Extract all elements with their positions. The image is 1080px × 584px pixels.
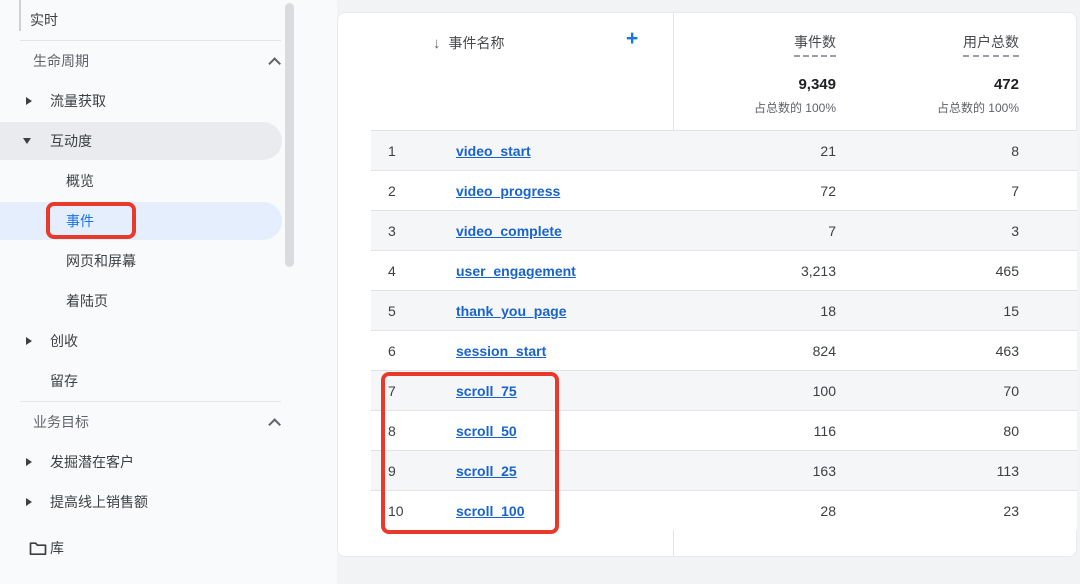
row-rank: 7 <box>388 383 396 399</box>
event-name-link[interactable]: video_start <box>456 143 531 159</box>
sort-descending-icon[interactable]: ↓ <box>433 35 441 52</box>
events-total-value: 9,349 <box>673 76 836 93</box>
event-count-value: 100 <box>671 383 836 399</box>
sidebar-item-drive-online-sales[interactable]: 提高线上销售额 <box>0 482 337 522</box>
chevron-up-icon[interactable] <box>268 418 281 431</box>
event-count-value: 7 <box>671 223 836 239</box>
event-count-value: 3,213 <box>671 263 836 279</box>
events-report-card: ↓ 事件名称 + 事件数 用户总数 9,349 472 占总数的 100% 占总… <box>337 12 1077 557</box>
total-users-value: 113 <box>836 463 1019 479</box>
users-total-share: 占总数的 100% <box>836 99 1019 116</box>
row-rank: 8 <box>388 423 396 439</box>
sidebar-item-library[interactable]: 库 <box>0 522 337 574</box>
event-count-value: 72 <box>671 183 836 199</box>
add-column-button[interactable]: + <box>626 27 638 51</box>
event-name-link[interactable]: session_start <box>456 343 546 359</box>
sidebar-item-retention[interactable]: 留存 <box>0 361 337 401</box>
event-name-link[interactable]: thank_you_page <box>456 303 566 319</box>
event-name-link[interactable]: user_engagement <box>456 263 576 279</box>
table-row-session_start: 6 session_start 824463 <box>371 330 1077 370</box>
event-name-link[interactable]: video_complete <box>456 223 562 239</box>
sidebar-item-label: 概览 <box>66 171 94 191</box>
total-users-value: 3 <box>836 223 1019 239</box>
events-table-body: 1video_start2182video_progress7273video_… <box>371 130 1077 530</box>
sidebar-item-label: 业务目标 <box>33 412 89 432</box>
event-name-column-header[interactable]: ↓ 事件名称 <box>433 33 505 53</box>
sidebar-scrollbar[interactable] <box>285 3 294 267</box>
sidebar-item-label: 流量获取 <box>50 91 106 111</box>
sidebar-item-label: 库 <box>50 538 64 558</box>
total-users-column-header[interactable]: 用户总数 <box>836 32 1019 57</box>
row-rank: 2 <box>388 183 396 199</box>
total-users-value: 7 <box>836 183 1019 199</box>
event-count-value: 824 <box>671 343 836 359</box>
sidebar-item-label: 发掘潜在客户 <box>50 452 134 472</box>
event-count-value: 18 <box>671 303 836 319</box>
expand-triangle-icon[interactable] <box>26 337 32 345</box>
row-rank: 4 <box>388 263 396 279</box>
expand-triangle-icon[interactable] <box>26 498 32 506</box>
total-users-value: 80 <box>836 423 1019 439</box>
table-row-user_engagement: 4 user_engagement 3,213465 <box>371 250 1077 290</box>
folder-icon <box>29 541 47 556</box>
table-row-video_progress: 2 video_progress 727 <box>371 170 1077 210</box>
collapse-triangle-icon[interactable] <box>23 138 31 144</box>
nav-highlight-pill <box>0 202 282 240</box>
event-count-value: 163 <box>671 463 836 479</box>
row-rank: 6 <box>388 343 396 359</box>
row-rank: 9 <box>388 463 396 479</box>
event-name-link[interactable]: scroll_50 <box>456 423 517 439</box>
event-name-link[interactable]: scroll_100 <box>456 503 525 519</box>
sidebar-item-monetization[interactable]: 创收 <box>0 321 337 361</box>
row-rank: 5 <box>388 303 396 319</box>
row-rank: 10 <box>388 503 404 519</box>
total-users-value: 8 <box>836 143 1019 159</box>
sidebar-item-label: 互动度 <box>50 131 92 151</box>
table-row-thank_you_page: 5 thank_you_page 1815 <box>371 290 1077 330</box>
sidebar-item-generate-leads[interactable]: 发掘潜在客户 <box>0 442 337 482</box>
events-count-column-header[interactable]: 事件数 <box>673 32 836 57</box>
sidebar-item-label: 生命周期 <box>33 51 89 71</box>
nav-highlight-pill <box>0 122 282 160</box>
table-row-video_complete: 3video_complete73 <box>371 210 1077 250</box>
sidebar-item-landing-page[interactable]: 着陆页 <box>0 281 337 321</box>
sidebar-item-label: 着陆页 <box>66 291 108 311</box>
row-rank: 1 <box>388 143 396 159</box>
event-count-value: 21 <box>671 143 836 159</box>
total-users-value: 70 <box>836 383 1019 399</box>
sidebar-item-label: 实时 <box>30 10 58 30</box>
total-users-value: 463 <box>836 343 1019 359</box>
event-name-link[interactable]: scroll_75 <box>456 383 517 399</box>
events-total-share: 占总数的 100% <box>673 99 836 116</box>
sidebar-item-label: 留存 <box>50 371 78 391</box>
table-row-scroll_25: 9 scroll_25 163113 <box>371 450 1077 490</box>
sidebar-item-label: 提高线上销售额 <box>50 492 148 512</box>
table-row-scroll_100: 10 scroll_100 2823 <box>371 490 1077 530</box>
sidebar-item-label: 网页和屏幕 <box>66 251 136 271</box>
sidebar-section-business-objectives[interactable]: 业务目标 <box>0 402 337 442</box>
users-total-value: 472 <box>836 76 1019 93</box>
event-count-value: 28 <box>671 503 836 519</box>
total-users-value: 23 <box>836 503 1019 519</box>
report-nav-sidebar: 实时生命周期流量获取互动度概览事件网页和屏幕着陆页创收留存业务目标发掘潜在客户提… <box>0 0 337 584</box>
event-count-value: 116 <box>671 423 836 439</box>
expand-triangle-icon[interactable] <box>26 97 32 105</box>
table-row-scroll_50: 8 scroll_50 11680 <box>371 410 1077 450</box>
event-name-link[interactable]: video_progress <box>456 183 560 199</box>
total-users-value: 465 <box>836 263 1019 279</box>
expand-triangle-icon[interactable] <box>26 458 32 466</box>
row-rank: 3 <box>388 223 396 239</box>
table-row-video_start: 1 video_start 218 <box>371 130 1077 170</box>
sidebar-item-label: 创收 <box>50 331 78 351</box>
event-name-link[interactable]: scroll_25 <box>456 463 517 479</box>
annotation-box-events-nav <box>46 202 136 239</box>
event-name-header-label: 事件名称 <box>449 33 505 53</box>
chevron-up-icon[interactable] <box>268 57 281 70</box>
table-row-scroll_75: 7 scroll_75 10070 <box>371 370 1077 410</box>
total-users-value: 15 <box>836 303 1019 319</box>
